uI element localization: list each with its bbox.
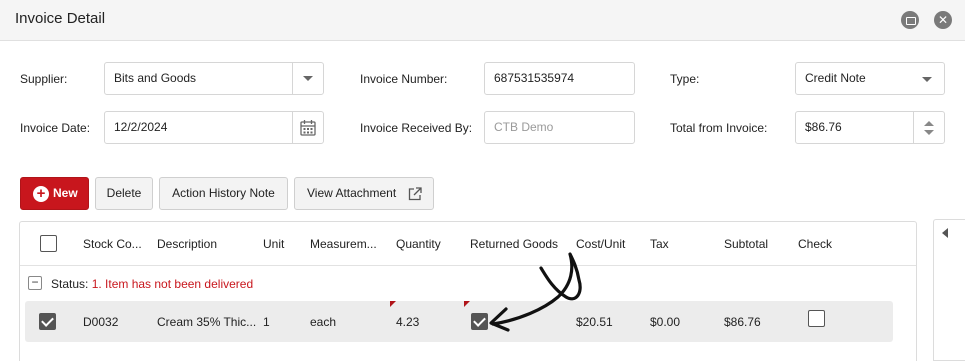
dirty-cell-marker (464, 301, 470, 307)
cell-stock-code: D0032 (83, 315, 119, 329)
action-history-note-button[interactable]: Action History Note (159, 177, 288, 210)
plus-icon: + (33, 186, 49, 202)
type-label: Type: (670, 72, 700, 86)
column-header-unit[interactable]: Unit (263, 237, 284, 251)
column-header-measurement[interactable]: Measurem... (310, 237, 377, 251)
column-header-description[interactable]: Description (157, 237, 217, 251)
invoice-date-label: Invoice Date: (20, 121, 91, 135)
type-select[interactable]: Credit Note (795, 62, 945, 95)
table-row[interactable]: D0032 Cream 35% Thic... 1 each 4.23 $20.… (25, 301, 893, 342)
group-label: Status: 1. Item has not been delivered (51, 277, 253, 291)
invoice-number-field[interactable]: 687531535974 (484, 62, 635, 95)
row-select-checkbox[interactable] (39, 313, 56, 330)
delete-button-label: Delete (106, 186, 142, 200)
column-header-check[interactable]: Check (798, 237, 832, 251)
chevron-left-icon (942, 228, 948, 238)
column-header-stock-code[interactable]: Stock Co... (83, 237, 142, 251)
grid-header: Stock Co... Description Unit Measurem...… (20, 222, 916, 266)
cell-quantity: 4.23 (396, 315, 420, 329)
invoice-date-value: 12/2/2024 (114, 120, 168, 134)
total-value: $86.76 (805, 120, 842, 134)
total-spinner[interactable] (913, 112, 944, 143)
invoice-number-label: Invoice Number: (360, 72, 448, 86)
total-label: Total from Invoice: (670, 121, 768, 135)
column-header-cost-unit[interactable]: Cost/Unit (576, 237, 625, 251)
select-all-checkbox[interactable] (40, 235, 57, 252)
received-by-field[interactable]: CTB Demo (484, 111, 635, 144)
new-button[interactable]: + New (20, 177, 89, 210)
check-checkbox[interactable] (808, 310, 825, 327)
returned-goods-checkbox[interactable] (471, 313, 488, 330)
window-titlebar: Invoice Detail ✕ (0, 0, 965, 41)
view-attachment-label: View Attachment (307, 186, 397, 200)
cell-unit: 1 (263, 315, 270, 329)
view-attachment-button[interactable]: View Attachment (294, 177, 434, 210)
type-value: Credit Note (805, 71, 866, 85)
collapse-group-toggle[interactable]: − (28, 276, 42, 290)
calendar-button[interactable] (292, 112, 323, 143)
new-button-label: New (53, 186, 78, 200)
cell-cost-unit: $20.51 (576, 315, 613, 329)
chevron-down-icon (922, 77, 932, 82)
column-header-quantity[interactable]: Quantity (396, 237, 441, 251)
side-panel-toggle[interactable] (933, 219, 965, 361)
cell-subtotal: $86.76 (724, 315, 761, 329)
cell-tax: $0.00 (650, 315, 681, 329)
spinner-icon (924, 121, 934, 135)
action-history-note-label: Action History Note (172, 186, 275, 200)
group-status: 1. Item has not been delivered (91, 277, 254, 291)
group-prefix: Status: (51, 277, 92, 291)
supplier-select[interactable]: Bits and Goods (104, 62, 324, 95)
invoice-lines-grid: Stock Co... Description Unit Measurem...… (19, 221, 917, 361)
supplier-dropdown-button[interactable] (292, 63, 323, 94)
received-by-placeholder: CTB Demo (494, 120, 554, 134)
invoice-date-field[interactable]: 12/2/2024 (104, 111, 324, 144)
delete-button[interactable]: Delete (95, 177, 153, 210)
minimize-icon[interactable] (901, 11, 919, 29)
supplier-value: Bits and Goods (114, 71, 197, 85)
group-row-status: − Status: 1. Item has not been delivered (20, 267, 916, 299)
window-title: Invoice Detail (15, 10, 106, 27)
total-field[interactable]: $86.76 (795, 111, 945, 144)
dirty-cell-marker (390, 301, 396, 307)
column-header-tax[interactable]: Tax (650, 237, 669, 251)
close-icon[interactable]: ✕ (934, 11, 952, 29)
column-header-subtotal[interactable]: Subtotal (724, 237, 768, 251)
external-link-icon (408, 187, 422, 201)
invoice-number-value: 687531535974 (494, 71, 575, 85)
received-by-label: Invoice Received By: (360, 121, 473, 135)
chevron-down-icon (303, 76, 313, 81)
column-header-returned-goods[interactable]: Returned Goods (470, 237, 558, 251)
supplier-label: Supplier: (20, 72, 68, 86)
calendar-icon (300, 120, 316, 136)
cell-description: Cream 35% Thic... (157, 315, 257, 329)
cell-measurement: each (310, 315, 337, 329)
